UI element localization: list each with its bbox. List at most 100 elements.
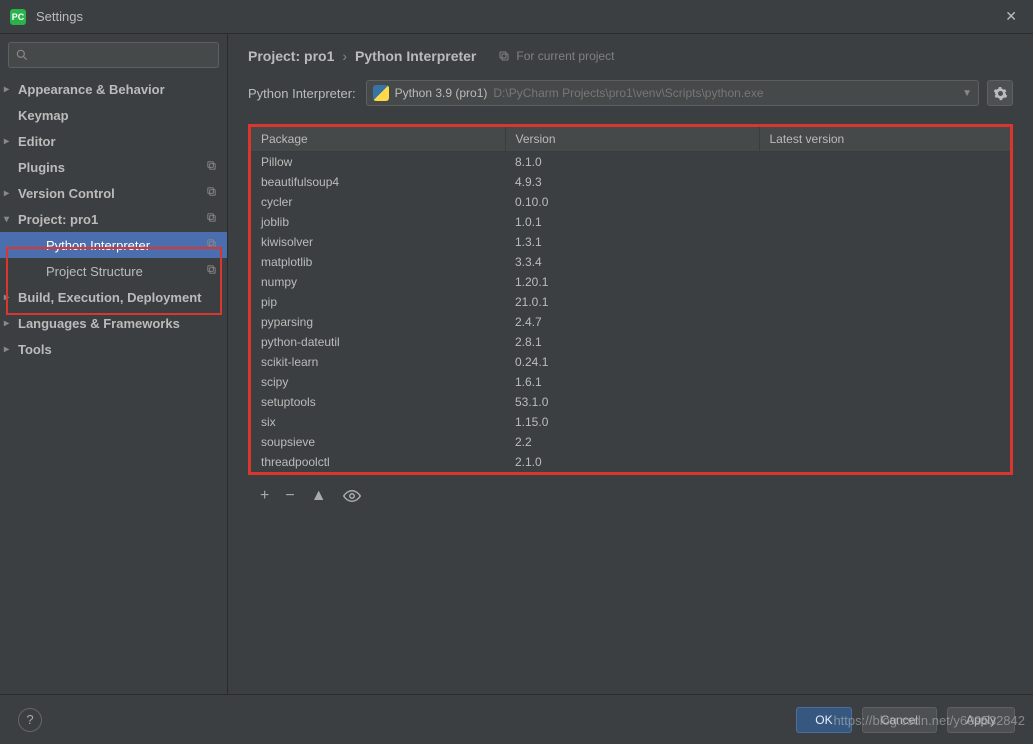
cell-version: 1.6.1: [505, 372, 759, 392]
table-row[interactable]: numpy1.20.1: [251, 272, 1010, 292]
add-package-button[interactable]: +: [260, 488, 269, 504]
sidebar-item-appearance-behavior[interactable]: ▸Appearance & Behavior: [0, 76, 227, 102]
cell-latest: [759, 332, 1010, 352]
copy-icon: [206, 186, 217, 200]
sidebar-item-keymap[interactable]: Keymap: [0, 102, 227, 128]
cell-version: 1.15.0: [505, 412, 759, 432]
cell-latest: [759, 232, 1010, 252]
table-row[interactable]: soupsieve2.2: [251, 432, 1010, 452]
settings-tree: ▸Appearance & BehaviorKeymap▸EditorPlugi…: [0, 76, 227, 694]
interpreter-label: Python Interpreter:: [248, 86, 356, 101]
table-row[interactable]: threadpoolctl2.1.0: [251, 452, 1010, 472]
cell-name: pip: [251, 292, 505, 312]
table-row[interactable]: scikit-learn0.24.1: [251, 352, 1010, 372]
table-row[interactable]: Pillow8.1.0: [251, 152, 1010, 173]
sidebar-item-label: Appearance & Behavior: [18, 82, 165, 97]
sidebar-item-tools[interactable]: ▸Tools: [0, 336, 227, 362]
dialog-footer: ? OK Cancel Apply: [0, 694, 1033, 744]
apply-button[interactable]: Apply: [947, 707, 1015, 733]
for-current-project-label: For current project: [498, 49, 614, 63]
sidebar-item-editor[interactable]: ▸Editor: [0, 128, 227, 154]
sidebar-item-plugins[interactable]: Plugins: [0, 154, 227, 180]
cell-name: numpy: [251, 272, 505, 292]
search-input[interactable]: [8, 42, 219, 68]
column-header-version[interactable]: Version: [505, 127, 759, 152]
table-row[interactable]: pyparsing2.4.7: [251, 312, 1010, 332]
copy-icon: [206, 160, 217, 174]
cell-name: matplotlib: [251, 252, 505, 272]
help-button[interactable]: ?: [18, 708, 42, 732]
ok-button[interactable]: OK: [796, 707, 851, 733]
cell-latest: [759, 452, 1010, 472]
table-row[interactable]: cycler0.10.0: [251, 192, 1010, 212]
cell-name: joblib: [251, 212, 505, 232]
package-table: PackageVersionLatest version Pillow8.1.0…: [251, 127, 1010, 472]
table-row[interactable]: python-dateutil2.8.1: [251, 332, 1010, 352]
cell-name: python-dateutil: [251, 332, 505, 352]
cell-latest: [759, 152, 1010, 173]
cell-version: 2.4.7: [505, 312, 759, 332]
cell-name: scikit-learn: [251, 352, 505, 372]
sidebar-item-project-pro1[interactable]: ▾Project: pro1: [0, 206, 227, 232]
remove-package-button[interactable]: −: [285, 488, 294, 504]
cell-name: scipy: [251, 372, 505, 392]
sidebar-item-label: Project: pro1: [18, 212, 98, 227]
table-row[interactable]: six1.15.0: [251, 412, 1010, 432]
cell-name: soupsieve: [251, 432, 505, 452]
copy-icon: [206, 238, 217, 252]
cell-version: 21.0.1: [505, 292, 759, 312]
table-row[interactable]: matplotlib3.3.4: [251, 252, 1010, 272]
copy-icon: [206, 264, 217, 278]
column-header-latest-version[interactable]: Latest version: [759, 127, 1010, 152]
cell-latest: [759, 412, 1010, 432]
sidebar-item-label: Editor: [18, 134, 56, 149]
show-early-releases-button[interactable]: [343, 487, 361, 505]
chevron-right-icon: ▸: [4, 318, 14, 329]
search-field[interactable]: [33, 48, 212, 62]
cell-latest: [759, 312, 1010, 332]
titlebar: PC Settings ✕: [0, 0, 1033, 34]
interpreter-select[interactable]: Python 3.9 (pro1) D:\PyCharm Projects\pr…: [366, 80, 979, 106]
copy-icon: [498, 50, 510, 62]
table-row[interactable]: pip21.0.1: [251, 292, 1010, 312]
search-icon: [15, 48, 29, 62]
copy-icon: [206, 212, 217, 226]
upgrade-package-button[interactable]: ▲: [311, 488, 327, 504]
window-title: Settings: [36, 9, 83, 24]
table-row[interactable]: beautifulsoup44.9.3: [251, 172, 1010, 192]
chevron-down-icon: ▼: [962, 88, 972, 99]
sidebar-item-label: Version Control: [18, 186, 115, 201]
app-icon: PC: [10, 9, 26, 25]
sidebar-item-project-structure[interactable]: Project Structure: [0, 258, 227, 284]
cell-version: 0.10.0: [505, 192, 759, 212]
table-row[interactable]: setuptools53.1.0: [251, 392, 1010, 412]
cell-latest: [759, 172, 1010, 192]
breadcrumb-separator: ›: [342, 48, 347, 64]
table-row[interactable]: joblib1.0.1: [251, 212, 1010, 232]
table-row[interactable]: scipy1.6.1: [251, 372, 1010, 392]
interpreter-path: D:\PyCharm Projects\pro1\venv\Scripts\py…: [493, 86, 763, 100]
cell-name: kiwisolver: [251, 232, 505, 252]
sidebar-item-version-control[interactable]: ▸Version Control: [0, 180, 227, 206]
cancel-button[interactable]: Cancel: [862, 707, 937, 733]
cell-latest: [759, 392, 1010, 412]
cell-latest: [759, 252, 1010, 272]
cell-version: 3.3.4: [505, 252, 759, 272]
interpreter-row: Python Interpreter: Python 3.9 (pro1) D:…: [248, 80, 1013, 106]
cell-version: 1.20.1: [505, 272, 759, 292]
sidebar-item-languages-frameworks[interactable]: ▸Languages & Frameworks: [0, 310, 227, 336]
cell-version: 1.3.1: [505, 232, 759, 252]
cell-latest: [759, 292, 1010, 312]
sidebar-item-label: Plugins: [18, 160, 65, 175]
cell-latest: [759, 432, 1010, 452]
cell-name: cycler: [251, 192, 505, 212]
close-icon[interactable]: ✕: [999, 5, 1023, 28]
sidebar-item-build-execution-deployment[interactable]: ▸Build, Execution, Deployment: [0, 284, 227, 310]
sidebar-item-python-interpreter[interactable]: Python Interpreter: [0, 232, 227, 258]
table-row[interactable]: kiwisolver1.3.1: [251, 232, 1010, 252]
column-header-package[interactable]: Package: [251, 127, 505, 152]
python-icon: [373, 85, 389, 101]
interpreter-settings-button[interactable]: [987, 80, 1013, 106]
cell-name: threadpoolctl: [251, 452, 505, 472]
breadcrumb-page: Python Interpreter: [355, 48, 476, 64]
